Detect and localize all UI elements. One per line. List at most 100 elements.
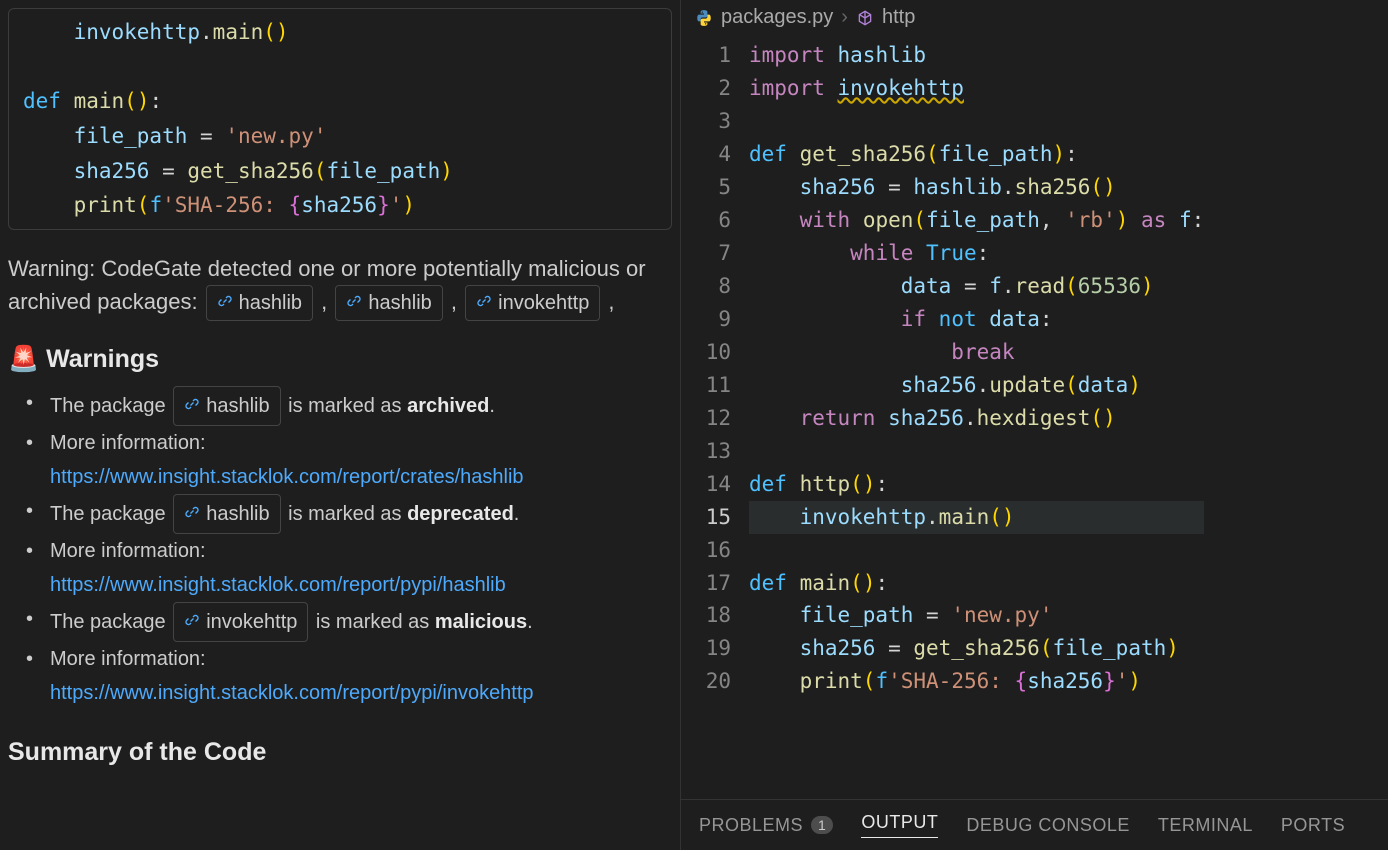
editor-line[interactable]: def http(): [749, 468, 1204, 501]
package-chip[interactable]: invokehttp [173, 602, 308, 642]
symbol-icon [856, 9, 874, 27]
code-line: def main(): [23, 84, 657, 119]
editor-line[interactable]: with open(file_path, 'rb') as f: [749, 204, 1204, 237]
line-number: 12 [689, 402, 731, 435]
link-icon [476, 288, 492, 318]
tab-debug-console[interactable]: DEBUG CONSOLE [966, 812, 1130, 838]
editor-line[interactable]: import invokehttp [749, 72, 1204, 105]
code-line: invokehttp.main() [23, 15, 657, 50]
editor-line[interactable]: while True: [749, 237, 1204, 270]
warning-item: More information: https://www.insight.st… [32, 426, 672, 494]
line-number: 11 [689, 369, 731, 402]
editor-line[interactable]: return sha256.hexdigest() [749, 402, 1204, 435]
code-line: print(f'SHA-256: {sha256}') [23, 188, 657, 223]
line-number: 3 [689, 105, 731, 138]
editor-line[interactable]: import hashlib [749, 39, 1204, 72]
package-name: hashlib [239, 288, 302, 318]
info-link[interactable]: https://www.insight.stacklok.com/report/… [50, 682, 534, 704]
editor-line[interactable]: def main(): [749, 567, 1204, 600]
line-number: 16 [689, 534, 731, 567]
editor-line[interactable]: def get_sha256(file_path): [749, 138, 1204, 171]
line-number: 5 [689, 171, 731, 204]
code-line [23, 50, 657, 85]
package-chip[interactable]: hashlib [173, 494, 280, 534]
editor-line[interactable]: sha256.update(data) [749, 369, 1204, 402]
link-icon [184, 389, 200, 423]
package-name: invokehttp [498, 288, 589, 318]
chat-panel: invokehttp.main() def main(): file_path … [0, 0, 680, 850]
line-number: 10 [689, 336, 731, 369]
package-chip[interactable]: invokehttp [465, 285, 600, 321]
tab-terminal[interactable]: TERMINAL [1158, 812, 1253, 838]
warning-item: The package invokehttp is marked as mali… [32, 602, 672, 642]
info-link[interactable]: https://www.insight.stacklok.com/report/… [50, 466, 524, 488]
editor-line[interactable] [749, 105, 1204, 138]
editor-line[interactable]: if not data: [749, 303, 1204, 336]
link-icon [184, 497, 200, 531]
warnings-list: The package hashlib is marked as archive… [8, 386, 672, 710]
tab-label: DEBUG CONSOLE [966, 815, 1130, 836]
code-editor[interactable]: 1234567891011121314151617181920 import h… [681, 35, 1388, 799]
package-chip[interactable]: hashlib [173, 386, 280, 426]
code-line: sha256 = get_sha256(file_path) [23, 154, 657, 189]
warning-item: The package hashlib is marked as archive… [32, 386, 672, 426]
tab-label: OUTPUT [861, 812, 938, 833]
line-number: 15 [689, 501, 731, 534]
summary-heading: Summary of the Code [8, 738, 672, 767]
editor-line[interactable]: invokehttp.main() [749, 501, 1204, 534]
line-number: 7 [689, 237, 731, 270]
warnings-heading: 🚨 Warnings [8, 345, 672, 374]
link-icon [346, 288, 362, 318]
line-number: 4 [689, 138, 731, 171]
editor-line[interactable]: data = f.read(65536) [749, 270, 1204, 303]
editor-line[interactable]: sha256 = get_sha256(file_path) [749, 632, 1204, 665]
breadcrumb-file[interactable]: packages.py [721, 6, 833, 29]
python-icon [695, 9, 713, 27]
warning-item: More information: https://www.insight.st… [32, 642, 672, 710]
tab-output[interactable]: OUTPUT [861, 812, 938, 838]
panel-tabs: PROBLEMS 1 OUTPUT DEBUG CONSOLE TERMINAL… [681, 799, 1388, 850]
warning-summary: Warning: CodeGate detected one or more p… [8, 252, 672, 321]
link-icon [217, 288, 233, 318]
info-link[interactable]: https://www.insight.stacklok.com/report/… [50, 574, 506, 596]
breadcrumb-separator: › [841, 6, 848, 29]
line-number: 19 [689, 632, 731, 665]
line-number: 17 [689, 567, 731, 600]
editor-line[interactable] [749, 534, 1204, 567]
line-number: 13 [689, 435, 731, 468]
tab-label: TERMINAL [1158, 815, 1253, 836]
tab-label: PROBLEMS [699, 815, 803, 836]
code-area[interactable]: import hashlibimport invokehttp def get_… [749, 35, 1204, 799]
line-number: 14 [689, 468, 731, 501]
tab-problems[interactable]: PROBLEMS 1 [699, 812, 833, 838]
line-number: 2 [689, 72, 731, 105]
tab-ports[interactable]: PORTS [1281, 812, 1345, 838]
line-number: 20 [689, 665, 731, 698]
link-icon [184, 605, 200, 639]
editor-line[interactable]: sha256 = hashlib.sha256() [749, 171, 1204, 204]
package-chip[interactable]: hashlib [206, 285, 313, 321]
breadcrumb[interactable]: packages.py › http [681, 0, 1388, 35]
editor-line[interactable]: print(f'SHA-256: {sha256}') [749, 665, 1204, 698]
package-name: hashlib [206, 497, 269, 531]
package-name: hashlib [368, 288, 431, 318]
code-line: file_path = 'new.py' [23, 119, 657, 154]
problems-count-badge: 1 [811, 816, 833, 834]
line-gutter: 1234567891011121314151617181920 [681, 35, 749, 799]
breadcrumb-symbol[interactable]: http [882, 6, 915, 29]
line-number: 9 [689, 303, 731, 336]
line-number: 1 [689, 39, 731, 72]
code-snippet: invokehttp.main() def main(): file_path … [8, 8, 672, 230]
package-chip[interactable]: hashlib [335, 285, 442, 321]
editor-line[interactable]: file_path = 'new.py' [749, 599, 1204, 632]
editor-panel: packages.py › http 123456789101112131415… [680, 0, 1388, 850]
line-number: 6 [689, 204, 731, 237]
editor-line[interactable]: break [749, 336, 1204, 369]
package-name: hashlib [206, 389, 269, 423]
warning-item: More information: https://www.insight.st… [32, 534, 672, 602]
line-number: 8 [689, 270, 731, 303]
tab-label: PORTS [1281, 815, 1345, 836]
line-number: 18 [689, 599, 731, 632]
editor-line[interactable] [749, 435, 1204, 468]
package-name: invokehttp [206, 605, 297, 639]
